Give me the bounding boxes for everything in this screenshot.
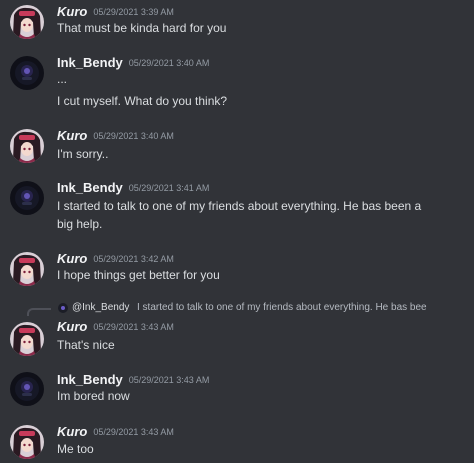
username[interactable]: Kuro bbox=[57, 251, 87, 266]
message-header: Kuro 05/29/2021 3:42 AM bbox=[57, 251, 174, 267]
message-header: Ink_Bendy 05/29/2021 3:41 AM bbox=[57, 180, 209, 196]
message-text: I hope things get better for you bbox=[57, 268, 220, 282]
chat-message: Kuro 05/29/2021 3:39 AM That must be kind… bbox=[0, 0, 474, 44]
avatar[interactable] bbox=[10, 5, 44, 39]
chat-message: Kuro 05/29/2021 3:40 AM I'm sorry.. bbox=[0, 124, 474, 170]
reply-preview[interactable]: @Ink_Bendy I started to talk to one of m… bbox=[0, 300, 474, 316]
chat-message: Kuro 05/29/2021 3:43 AM Me too bbox=[0, 420, 474, 463]
avatar[interactable] bbox=[10, 322, 44, 356]
message-text: Me too bbox=[57, 442, 94, 456]
reply-avatar bbox=[58, 303, 68, 313]
message-header: Kuro 05/29/2021 3:39 AM bbox=[57, 4, 174, 20]
username[interactable]: Ink_Bendy bbox=[57, 55, 123, 70]
username[interactable]: Kuro bbox=[57, 4, 87, 19]
reply-username[interactable]: @Ink_Bendy bbox=[72, 300, 129, 316]
reply-spine bbox=[27, 308, 51, 316]
chat-message: Ink_Bendy 05/29/2021 3:40 AM ... I cut my… bbox=[0, 52, 474, 116]
message-text: I'm sorry.. bbox=[57, 147, 109, 161]
timestamp: 05/29/2021 3:41 AM bbox=[128, 183, 210, 193]
timestamp: 05/29/2021 3:43 AM bbox=[93, 427, 174, 437]
message-header: Kuro 05/29/2021 3:43 AM bbox=[57, 424, 174, 440]
timestamp: 05/29/2021 3:43 AM bbox=[93, 322, 174, 332]
message-header: Ink_Bendy 05/29/2021 3:43 AM bbox=[57, 372, 209, 388]
timestamp: 05/29/2021 3:43 AM bbox=[128, 375, 210, 385]
avatar[interactable] bbox=[10, 372, 44, 406]
message-text: ... bbox=[57, 72, 68, 86]
message-text: That's nice bbox=[57, 338, 115, 352]
chat-message: Ink_Bendy 05/29/2021 3:43 AM Im bored now bbox=[0, 368, 474, 414]
username[interactable]: Kuro bbox=[57, 128, 87, 143]
avatar[interactable] bbox=[10, 252, 44, 286]
message-header: Kuro 05/29/2021 3:43 AM bbox=[57, 319, 174, 335]
timestamp: 05/29/2021 3:42 AM bbox=[93, 254, 174, 264]
message-text: big help. bbox=[57, 217, 103, 231]
username[interactable]: Kuro bbox=[57, 424, 87, 439]
chat-message: Kuro 05/29/2021 3:42 AM I hope things get… bbox=[0, 248, 474, 292]
timestamp: 05/29/2021 3:40 AM bbox=[93, 131, 174, 141]
avatar[interactable] bbox=[10, 181, 44, 215]
message-text: That must be kinda hard for you bbox=[57, 21, 227, 35]
chat-message: Kuro 05/29/2021 3:43 AM That's nice bbox=[0, 316, 474, 362]
username[interactable]: Ink_Bendy bbox=[57, 372, 123, 387]
timestamp: 05/29/2021 3:39 AM bbox=[93, 7, 174, 17]
timestamp: 05/29/2021 3:40 AM bbox=[128, 58, 210, 68]
chat-message: Ink_Bendy 05/29/2021 3:41 AM I started to… bbox=[0, 177, 474, 237]
message-header: Ink_Bendy 05/29/2021 3:40 AM bbox=[57, 55, 209, 71]
avatar[interactable] bbox=[10, 129, 44, 163]
message-text: I cut myself. What do you think? bbox=[57, 94, 228, 108]
message-header: Kuro 05/29/2021 3:40 AM bbox=[57, 128, 174, 144]
avatar[interactable] bbox=[10, 56, 44, 90]
username[interactable]: Ink_Bendy bbox=[57, 180, 123, 195]
avatar[interactable] bbox=[10, 425, 44, 459]
username[interactable]: Kuro bbox=[57, 319, 87, 334]
message-text: Im bored now bbox=[57, 389, 130, 403]
chat-message-list: Kuro 05/29/2021 3:39 AM That must be kind… bbox=[0, 0, 474, 463]
reply-text[interactable]: I started to talk to one of my friends a… bbox=[137, 300, 427, 316]
message-text: I started to talk to one of my friends a… bbox=[57, 199, 422, 213]
